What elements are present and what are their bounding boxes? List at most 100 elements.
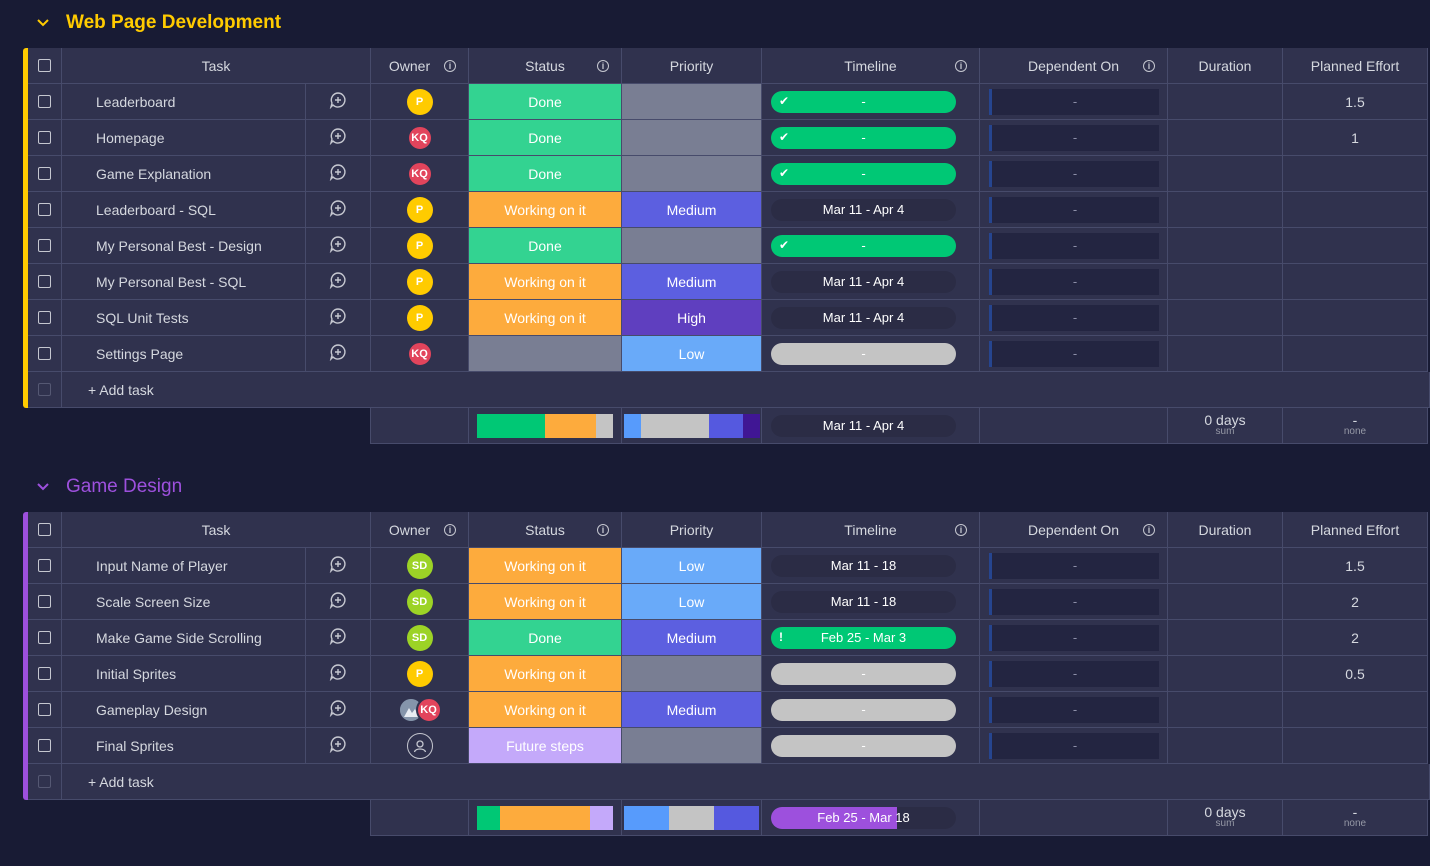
dependent-on-cell[interactable]: - <box>980 300 1168 336</box>
add-update-icon[interactable] <box>329 735 347 756</box>
updates-cell[interactable] <box>306 228 371 264</box>
updates-cell[interactable] <box>306 728 371 764</box>
timeline-cell[interactable]: ✔ - <box>762 156 980 192</box>
timeline-pill[interactable]: ✔ - <box>771 234 956 257</box>
task-name-cell[interactable]: Gameplay Design <box>62 692 306 728</box>
planned-effort-cell[interactable] <box>1283 692 1428 728</box>
add-update-icon[interactable] <box>329 627 347 648</box>
add-update-icon[interactable] <box>329 271 347 292</box>
timeline-cell[interactable]: ✔ - <box>762 120 980 156</box>
timeline-cell[interactable]: - <box>762 728 980 764</box>
planned-effort-cell[interactable]: 1 <box>1283 120 1428 156</box>
avatar[interactable]: KQ <box>406 160 433 187</box>
info-icon[interactable]: i <box>597 60 609 72</box>
task-name-cell[interactable]: My Personal Best - Design <box>62 228 306 264</box>
column-header-duration[interactable]: Duration <box>1168 48 1283 84</box>
avatar[interactable]: P <box>406 88 433 115</box>
updates-cell[interactable] <box>306 656 371 692</box>
column-header-planned-effort[interactable]: Planned Effort <box>1283 48 1428 84</box>
task-name-cell[interactable]: Settings Page <box>62 336 306 372</box>
row-checkbox-cell[interactable] <box>28 300 62 336</box>
timeline-pill[interactable]: ✔ - <box>771 126 956 149</box>
planned-effort-cell[interactable]: 1.5 <box>1283 548 1428 584</box>
priority-distribution-bar[interactable] <box>623 805 760 830</box>
dependency-box[interactable]: - <box>988 196 1159 223</box>
info-icon[interactable]: i <box>955 60 967 72</box>
add-update-icon[interactable] <box>329 307 347 328</box>
status-cell[interactable]: Done <box>469 156 622 192</box>
table-row[interactable]: Scale Screen Size SD Working on it Low Mar 1… <box>23 584 1428 620</box>
column-header-priority[interactable]: Priority <box>622 48 762 84</box>
timeline-pill[interactable]: ✔ - <box>771 90 956 113</box>
task-name[interactable]: Initial Sprites <box>96 666 176 682</box>
column-header-dependent-on[interactable]: Dependent On i <box>980 48 1168 84</box>
timeline-cell[interactable]: Mar 11 - Apr 4 <box>762 192 980 228</box>
duration-cell[interactable] <box>1168 120 1283 156</box>
timeline-pill[interactable]: Mar 11 - 18 <box>771 590 956 613</box>
add-update-icon[interactable] <box>329 699 347 720</box>
row-checkbox[interactable] <box>38 311 51 324</box>
planned-effort-cell[interactable]: 0.5 <box>1283 656 1428 692</box>
dependent-on-cell[interactable]: - <box>980 692 1168 728</box>
priority-cell[interactable]: Medium <box>622 620 762 656</box>
row-checkbox[interactable] <box>38 631 51 644</box>
timeline-pill[interactable]: ✔ - <box>771 162 956 185</box>
avatar[interactable]: P <box>406 196 433 223</box>
column-header-planned-effort[interactable]: Planned Effort <box>1283 512 1428 548</box>
row-checkbox[interactable] <box>38 95 51 108</box>
duration-cell[interactable] <box>1168 336 1283 372</box>
avatar[interactable]: KQ <box>406 340 433 367</box>
owner-cell[interactable]: SD <box>371 620 469 656</box>
status-cell[interactable]: Working on it <box>469 548 622 584</box>
task-name-cell[interactable]: Homepage <box>62 120 306 156</box>
row-checkbox-cell[interactable] <box>28 656 62 692</box>
task-name[interactable]: Leaderboard - SQL <box>96 202 216 218</box>
owner-cell[interactable]: P <box>371 192 469 228</box>
owner-cell[interactable]: KQ <box>371 156 469 192</box>
row-checkbox-cell[interactable] <box>28 228 62 264</box>
task-name[interactable]: Settings Page <box>96 346 183 362</box>
task-name[interactable]: Input Name of Player <box>96 558 228 574</box>
status-cell[interactable]: Working on it <box>469 692 622 728</box>
row-checkbox[interactable] <box>38 275 51 288</box>
task-name[interactable]: Leaderboard <box>96 94 175 110</box>
task-name[interactable]: Homepage <box>96 130 165 146</box>
status-cell[interactable]: Done <box>469 620 622 656</box>
avatar[interactable]: SD <box>406 552 433 579</box>
dependent-on-cell[interactable]: - <box>980 656 1168 692</box>
planned-effort-cell[interactable]: 2 <box>1283 620 1428 656</box>
add-update-icon[interactable] <box>329 555 347 576</box>
timeline-cell[interactable]: ✔ - <box>762 84 980 120</box>
timeline-cell[interactable]: - <box>762 692 980 728</box>
task-name-cell[interactable]: Game Explanation <box>62 156 306 192</box>
updates-cell[interactable] <box>306 192 371 228</box>
planned-effort-cell[interactable] <box>1283 156 1428 192</box>
planned-effort-cell[interactable] <box>1283 228 1428 264</box>
priority-cell[interactable] <box>622 156 762 192</box>
owner-cell[interactable]: KQ <box>371 120 469 156</box>
task-name-cell[interactable]: Final Sprites <box>62 728 306 764</box>
dependency-box[interactable]: - <box>988 124 1159 151</box>
column-header-timeline[interactable]: Timeline i <box>762 48 980 84</box>
priority-cell[interactable] <box>622 84 762 120</box>
select-all-checkbox[interactable] <box>38 59 51 72</box>
avatar[interactable]: P <box>406 232 433 259</box>
updates-cell[interactable] <box>306 120 371 156</box>
updates-cell[interactable] <box>306 692 371 728</box>
status-cell[interactable]: Done <box>469 120 622 156</box>
select-all-checkbox[interactable] <box>38 523 51 536</box>
table-row[interactable]: Initial Sprites P Working on it - - 0.5 <box>23 656 1428 692</box>
duration-cell[interactable] <box>1168 192 1283 228</box>
table-row[interactable]: Game Explanation KQ Done ✔ - - <box>23 156 1428 192</box>
select-all-checkbox-cell[interactable] <box>28 512 62 548</box>
dependency-box[interactable]: - <box>988 696 1159 723</box>
column-header-timeline[interactable]: Timeline i <box>762 512 980 548</box>
timeline-pill[interactable]: Mar 11 - Apr 4 <box>771 198 956 221</box>
dependent-on-cell[interactable]: - <box>980 264 1168 300</box>
status-cell[interactable]: Working on it <box>469 656 622 692</box>
column-header-duration[interactable]: Duration <box>1168 512 1283 548</box>
row-checkbox-cell[interactable] <box>28 620 62 656</box>
summary-timeline-pill[interactable]: Feb 25 - Mar 18 <box>771 806 956 829</box>
duration-cell[interactable] <box>1168 548 1283 584</box>
avatar[interactable]: P <box>406 660 433 687</box>
